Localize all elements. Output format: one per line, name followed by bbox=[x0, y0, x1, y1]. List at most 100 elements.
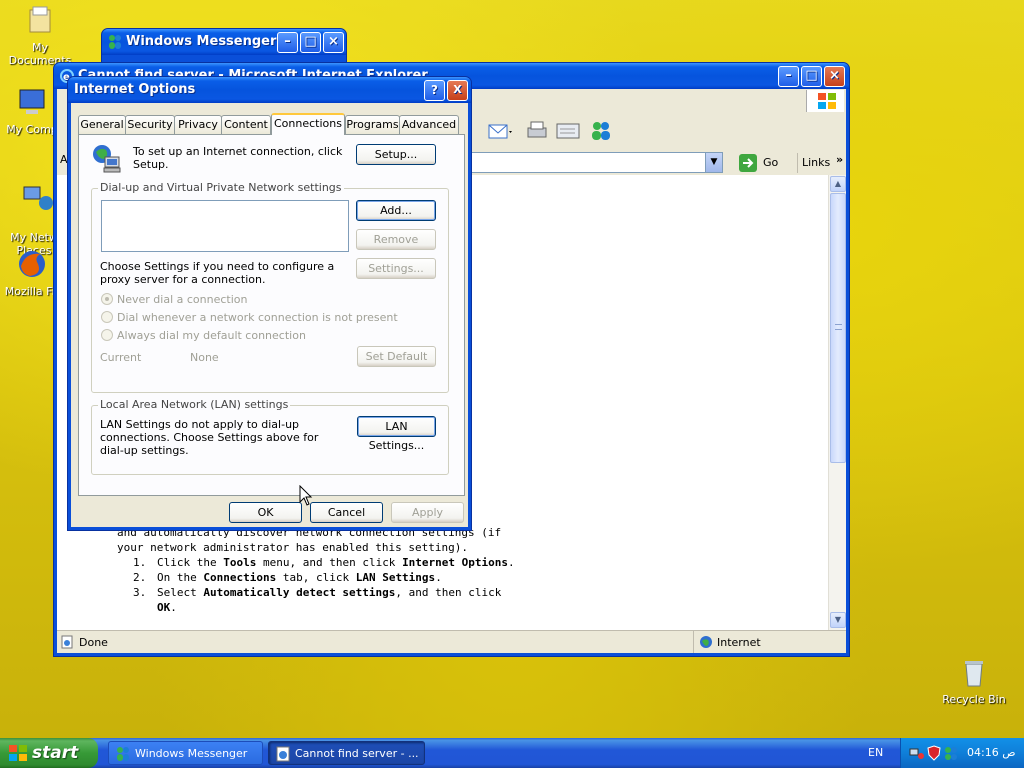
desktop-icon-my-documents[interactable]: My Documents bbox=[0, 4, 80, 67]
steps-list: 1. Click the Tools menu, and then click … bbox=[117, 555, 517, 615]
connections-listbox[interactable] bbox=[101, 200, 349, 252]
ok-button[interactable]: OK bbox=[229, 502, 302, 523]
remove-button[interactable]: Remove bbox=[356, 229, 436, 250]
current-value: None bbox=[190, 351, 219, 364]
apply-button[interactable]: Apply bbox=[391, 502, 464, 523]
folder-icon bbox=[29, 6, 51, 33]
close-button[interactable]: × bbox=[824, 66, 845, 87]
radio-dial-whenever-label: Dial whenever a network connection is no… bbox=[117, 311, 398, 324]
computer-icon bbox=[19, 89, 45, 114]
set-default-button[interactable]: Set Default bbox=[357, 346, 436, 367]
address-input[interactable]: ▼ bbox=[471, 152, 723, 173]
links-label: Links bbox=[802, 156, 831, 169]
radio-never-dial-label: Never dial a connection bbox=[117, 293, 248, 306]
tab-privacy[interactable]: Privacy bbox=[174, 115, 222, 134]
scroll-up-button[interactable]: ▲ bbox=[830, 176, 846, 192]
messenger-tray-icon[interactable] bbox=[943, 745, 959, 761]
go-label: Go bbox=[763, 156, 779, 169]
messenger-title-bar[interactable]: Windows Messenger – □ × bbox=[102, 29, 346, 55]
firefox-icon bbox=[19, 251, 45, 277]
scroll-thumb[interactable] bbox=[830, 193, 846, 463]
messenger-icon bbox=[117, 747, 129, 761]
desktop-icon-recycle-bin[interactable]: Recycle Bin bbox=[934, 656, 1014, 706]
close-button[interactable]: X bbox=[447, 80, 468, 101]
tab-content[interactable]: Content bbox=[221, 115, 271, 134]
start-button[interactable]: start bbox=[0, 738, 98, 768]
network-icon bbox=[23, 186, 53, 210]
edit-icon[interactable] bbox=[555, 119, 581, 146]
status-bar: Done Internet bbox=[57, 630, 846, 653]
task-internet-explorer[interactable]: Cannot find server - ... bbox=[268, 741, 425, 765]
dialog-title-bar[interactable]: Internet Options ? X bbox=[68, 77, 471, 103]
mail-icon[interactable] bbox=[487, 119, 515, 146]
print-icon[interactable] bbox=[525, 119, 549, 146]
setup-button[interactable]: Setup... bbox=[356, 144, 436, 165]
step-item: 2. On the Connections tab, click LAN Set… bbox=[133, 571, 442, 584]
settings-button[interactable]: Settings... bbox=[356, 258, 436, 279]
dialog-title: Internet Options bbox=[74, 82, 196, 97]
go-arrow-icon bbox=[739, 154, 757, 172]
go-button[interactable]: Go bbox=[739, 153, 791, 173]
current-label: Current bbox=[100, 351, 142, 364]
address-dropdown-button[interactable]: ▼ bbox=[705, 153, 722, 172]
radio-always-dial[interactable] bbox=[101, 329, 113, 341]
messenger-icon bbox=[109, 35, 121, 49]
group-label: Dial-up and Virtual Private Network sett… bbox=[98, 181, 344, 194]
tab-security[interactable]: Security bbox=[125, 115, 175, 134]
vertical-scrollbar[interactable]: ▲ ▼ bbox=[828, 175, 846, 630]
recycle-bin-icon bbox=[965, 661, 983, 687]
messenger-toolbar-icon[interactable] bbox=[589, 119, 613, 146]
minimize-button[interactable]: – bbox=[778, 66, 799, 87]
task-label: Windows Messenger bbox=[135, 747, 248, 760]
add-button[interactable]: Add... bbox=[356, 200, 436, 221]
task-windows-messenger[interactable]: Windows Messenger bbox=[108, 741, 263, 765]
group-label: Local Area Network (LAN) settings bbox=[98, 398, 291, 411]
step-item: 1. Click the Tools menu, and then click … bbox=[133, 556, 515, 569]
lan-settings-group: Local Area Network (LAN) settings LAN Se… bbox=[91, 398, 449, 475]
body-line: your network administrator has enabled t… bbox=[117, 541, 468, 554]
system-tray: 04:16 ص bbox=[900, 738, 1024, 768]
status-text: Done bbox=[79, 636, 108, 649]
cancel-button[interactable]: Cancel bbox=[310, 502, 383, 523]
globe-icon bbox=[700, 636, 712, 648]
messenger-title: Windows Messenger bbox=[126, 34, 277, 49]
start-label: start bbox=[32, 743, 79, 763]
scroll-down-button[interactable]: ▼ bbox=[830, 612, 846, 628]
page-icon bbox=[61, 635, 73, 649]
tab-connections[interactable]: Connections bbox=[271, 113, 345, 135]
tab-general[interactable]: General bbox=[78, 115, 126, 134]
dialup-vpn-group: Dial-up and Virtual Private Network sett… bbox=[91, 181, 449, 393]
setup-description: To set up an Internet connection, click … bbox=[133, 145, 343, 171]
connection-wizard-icon bbox=[93, 145, 121, 173]
maximize-button[interactable]: □ bbox=[801, 66, 822, 87]
radio-never-dial[interactable] bbox=[101, 293, 113, 305]
network-status-icon[interactable] bbox=[909, 745, 925, 761]
taskbar: start Windows Messenger Cannot find serv… bbox=[0, 738, 1024, 768]
radio-always-dial-label: Always dial my default connection bbox=[117, 329, 306, 342]
settings-description: Choose Settings if you need to configure… bbox=[100, 260, 335, 286]
status-divider bbox=[693, 631, 694, 653]
step-item: 3. Select Automatically detect settings,… bbox=[133, 586, 502, 614]
minimize-button[interactable]: – bbox=[277, 32, 298, 53]
lan-settings-button[interactable]: LAN Settings... bbox=[357, 416, 436, 452]
help-button[interactable]: ? bbox=[424, 80, 445, 101]
desktop-icon-label: Recycle Bin bbox=[942, 693, 1006, 706]
page-text: and automatically discover network conne… bbox=[117, 525, 517, 615]
windows-logo-area bbox=[806, 90, 844, 112]
language-indicator[interactable]: EN bbox=[868, 746, 883, 759]
clock[interactable]: 04:16 ص bbox=[967, 746, 1016, 759]
dialog-body: General Security Privacy Content Connect… bbox=[71, 103, 468, 527]
zone-text: Internet bbox=[717, 636, 761, 649]
internet-options-dialog[interactable]: Internet Options ? X General Security Pr… bbox=[67, 76, 472, 531]
close-button[interactable]: × bbox=[323, 32, 344, 53]
radio-dial-whenever[interactable] bbox=[101, 311, 113, 323]
security-shield-icon[interactable] bbox=[927, 745, 941, 761]
maximize-button[interactable]: □ bbox=[300, 32, 321, 53]
grip-icon bbox=[835, 324, 842, 330]
links-button[interactable]: Links » bbox=[797, 153, 845, 173]
windows-flag-icon bbox=[9, 745, 27, 761]
chevron-right-icon: » bbox=[836, 153, 844, 166]
tab-advanced[interactable]: Advanced bbox=[399, 115, 459, 134]
tab-programs[interactable]: Programs bbox=[345, 115, 400, 134]
connections-panel: To set up an Internet connection, click … bbox=[78, 134, 465, 496]
